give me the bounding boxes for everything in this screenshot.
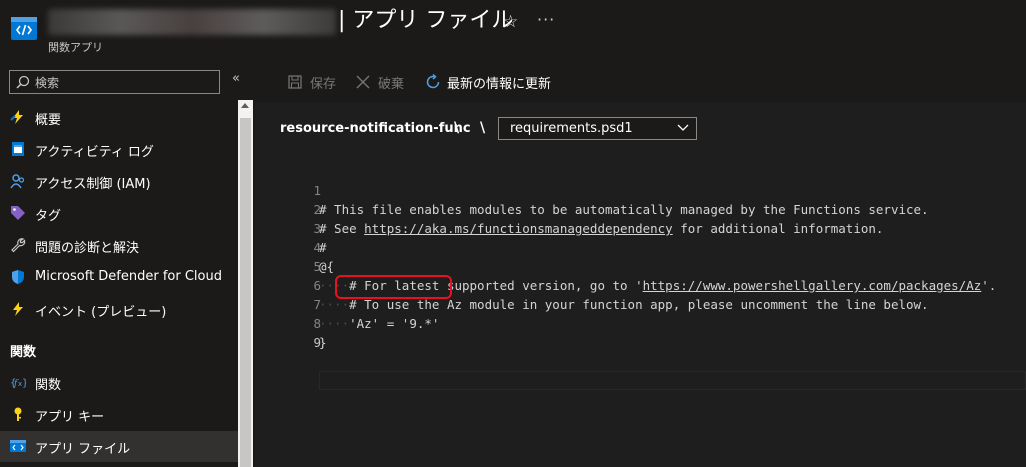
lightning-icon xyxy=(10,110,23,124)
code-line: 6 ····# To use the Az module in your fun… xyxy=(255,257,1026,312)
refresh-icon xyxy=(426,74,440,89)
sidebar-scrollbar[interactable] xyxy=(238,100,253,467)
sidebar-item-app-files[interactable]: アプリ ファイル xyxy=(0,431,238,462)
sidebar-item-label: アプリ キー xyxy=(35,410,105,425)
sidebar-item-label: Microsoft Defender for Cloud xyxy=(35,269,222,284)
code-line: 3 # xyxy=(255,200,1026,255)
sidebar-item-tags[interactable]: タグ xyxy=(0,198,238,229)
save-label: 保存 xyxy=(310,77,337,92)
sidebar-item-access-control[interactable]: アクセス制御 (IAM) xyxy=(0,166,238,197)
annotation-highlight-box xyxy=(335,275,452,299)
function-app-icon xyxy=(11,17,37,40)
code-line: 2 # See https://aka.ms/functionsmanagedd… xyxy=(255,181,1026,236)
key-icon xyxy=(14,407,22,421)
sidebar: 検索 « 概要 アクティビティ ログ アクセス制御 (IAM) タグ 問題の診断… xyxy=(0,62,255,467)
code-line: 5 ····# For latest supported version, go… xyxy=(255,238,1026,293)
lightning-icon xyxy=(13,302,23,316)
code-line: 1 # This file enables modules to be auto… xyxy=(255,162,1026,217)
sidebar-item-label: タグ xyxy=(35,209,62,224)
favorite-star-icon[interactable]: ☆ xyxy=(503,12,518,32)
page-title: | アプリ ファイル xyxy=(338,8,514,33)
wrench-icon xyxy=(11,238,26,253)
svg-text:}: } xyxy=(22,378,26,389)
sidebar-item-functions[interactable]: { f x } 関数 xyxy=(0,367,238,398)
function-icon: { f x } xyxy=(10,378,26,389)
sidebar-item-label: イベント (プレビュー) xyxy=(35,305,167,320)
sidebar-item-label: アクティビティ ログ xyxy=(35,145,154,160)
close-icon xyxy=(356,75,370,89)
sidebar-item-diagnose[interactable]: 問題の診断と解決 xyxy=(0,230,238,261)
page-header: | アプリ ファイル ☆ ··· 関数アプリ xyxy=(0,0,1026,62)
path-separator: \ xyxy=(480,120,486,136)
file-dropdown[interactable]: requirements.psd1 xyxy=(498,117,697,140)
more-options-icon[interactable]: ··· xyxy=(537,10,555,29)
refresh-label: 最新の情報に更新 xyxy=(447,77,552,92)
page-subtitle: 関数アプリ xyxy=(48,41,103,54)
chevron-down-icon xyxy=(677,124,689,131)
collapse-sidebar-button[interactable]: « xyxy=(232,71,240,86)
command-bar: 保存 破棄 最新の情報に更新 xyxy=(255,62,1026,102)
activity-log-icon xyxy=(12,142,24,156)
sidebar-item-overview[interactable]: 概要 xyxy=(0,102,238,133)
current-line-highlight xyxy=(319,371,1026,390)
sidebar-item-label: 概要 xyxy=(35,113,62,128)
function-name: resource-notification-func xyxy=(280,121,471,136)
path-separator: \ xyxy=(454,120,460,136)
search-placeholder: 検索 xyxy=(35,76,60,90)
code-editor[interactable]: 1 # This file enables modules to be auto… xyxy=(255,159,1026,467)
sidebar-item-label: 関数 xyxy=(35,378,62,393)
discard-label: 破棄 xyxy=(378,77,405,92)
sidebar-item-label: アクセス制御 (IAM) xyxy=(35,177,151,192)
search-input[interactable]: 検索 xyxy=(9,70,220,94)
sidebar-item-events[interactable]: イベント (プレビュー) xyxy=(0,294,238,325)
redacted-app-name xyxy=(48,9,336,35)
save-icon xyxy=(288,75,302,89)
scrollbar-thumb[interactable] xyxy=(240,118,251,467)
section-heading-functions: 関数 xyxy=(10,345,37,360)
scroll-up-arrow-icon[interactable] xyxy=(241,103,249,108)
code-line-current: 9 xyxy=(255,314,1026,390)
code-file-icon xyxy=(10,440,26,452)
code-line: 4 @{ xyxy=(255,219,1026,274)
sidebar-item-app-keys[interactable]: アプリ キー xyxy=(0,399,238,430)
line-number: 9 xyxy=(313,335,321,350)
search-icon xyxy=(16,75,30,89)
people-icon xyxy=(10,174,25,189)
sidebar-item-label: 問題の診断と解決 xyxy=(35,241,140,256)
sidebar-item-label: アプリ ファイル xyxy=(35,442,131,457)
selected-file: requirements.psd1 xyxy=(510,121,633,136)
sidebar-item-activity-log[interactable]: アクティビティ ログ xyxy=(0,134,238,165)
file-path-bar: resource-notification-func \ \ requireme… xyxy=(255,102,1026,159)
tag-icon xyxy=(11,206,25,220)
main-content: 保存 破棄 最新の情報に更新 resource-notification-fun… xyxy=(255,62,1026,467)
sidebar-item-defender[interactable]: Microsoft Defender for Cloud xyxy=(0,262,238,293)
shield-icon xyxy=(12,270,24,284)
